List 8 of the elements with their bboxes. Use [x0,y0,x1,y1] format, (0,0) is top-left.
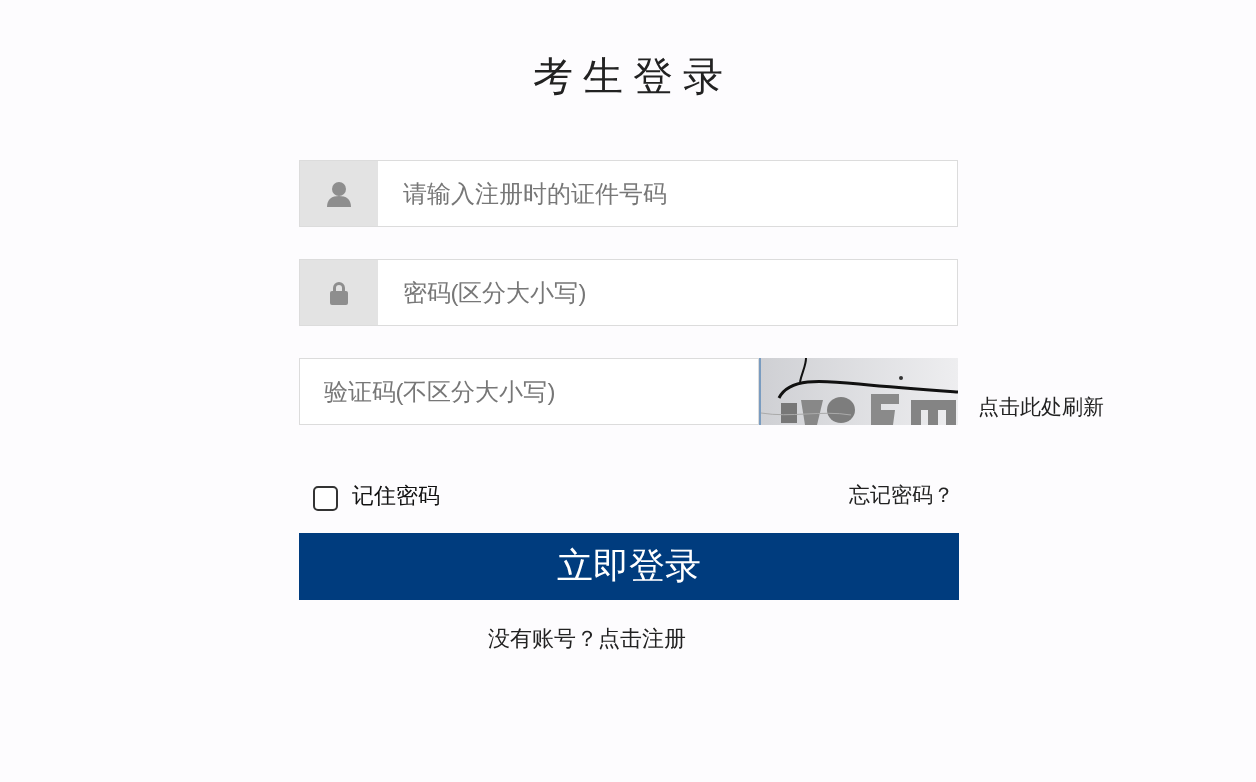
input-field[interactable]: 验证码(不区分大小写) [298,358,759,425]
register-link[interactable]: 没有账号？点击注册 [488,622,686,655]
refresh-link[interactable]: 点击此处刷新 [977,390,1104,423]
checkbox[interactable] [312,485,338,511]
page-title: 考生登录 [532,52,733,101]
forgot-password-link[interactable]: 忘记密码？ [848,479,954,511]
checkbox-label: 记住密码 [351,481,440,510]
login-button[interactable]: 立即登录 [298,533,959,600]
